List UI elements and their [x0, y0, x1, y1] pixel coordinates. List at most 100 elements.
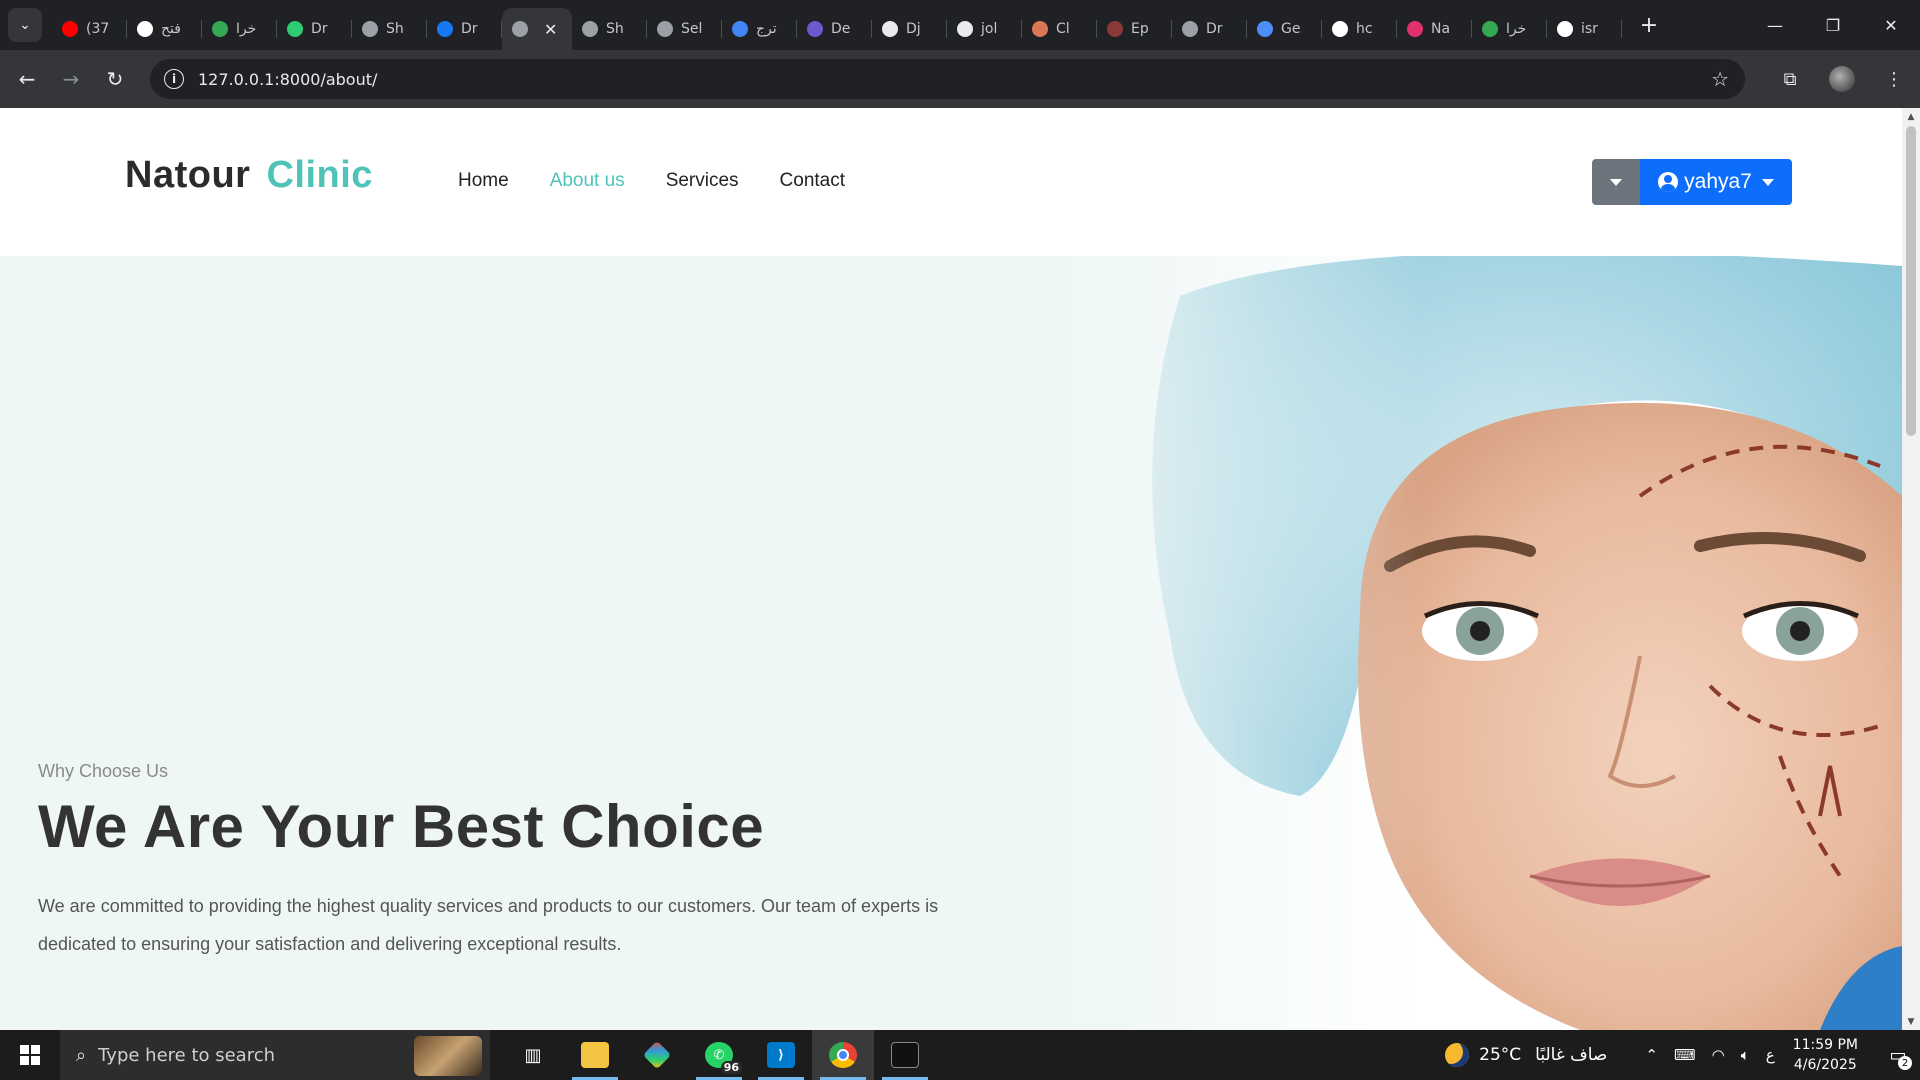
weather-widget[interactable]: 25°C صاف غالبًا [1445, 1043, 1607, 1067]
input-language-indicator[interactable]: ع [1766, 1046, 1775, 1064]
start-button[interactable] [0, 1030, 60, 1080]
menu-kebab-icon[interactable]: ⋮ [1868, 69, 1920, 90]
maps-pin-icon [1482, 21, 1498, 37]
site-header: Natour Clinic Home About us Services Contact… [0, 108, 1902, 256]
user-circle-icon [1658, 172, 1679, 192]
chevron-up-icon[interactable]: ⌃ [1645, 1046, 1658, 1064]
tab-title: ترج [756, 21, 777, 37]
nav-link-home[interactable]: Home [458, 170, 509, 192]
youtube-icon [62, 21, 78, 37]
avatar [1829, 66, 1855, 92]
browser-tab[interactable]: (37 [52, 8, 127, 50]
reload-button[interactable]: ↻ [93, 59, 137, 99]
arrow-left-icon: ← [18, 67, 36, 91]
file-explorer-button[interactable] [564, 1030, 626, 1080]
vscode-icon: ⟩ [767, 1042, 795, 1068]
back-button[interactable]: ← [5, 59, 49, 99]
logo-word-natour: Natour [125, 154, 251, 196]
browser-tab[interactable]: Dj [872, 8, 947, 50]
browser-tab[interactable]: Dr [1172, 8, 1247, 50]
profile-avatar-button[interactable] [1816, 66, 1868, 92]
browser-tab[interactable]: فتح [127, 8, 202, 50]
browser-tab[interactable]: Sh [572, 8, 647, 50]
taskbar-apps: ▥ ✆ 96 ⟩ [502, 1030, 936, 1080]
browser-tab[interactable]: ✕ [502, 8, 572, 50]
browser-tab[interactable]: hc [1322, 8, 1397, 50]
hero-text-block: Why Choose Us We Are Your Best Choice We… [38, 761, 998, 963]
user-menu-group: yahya7 [1592, 159, 1792, 205]
scroll-down-arrow-icon[interactable]: ▼ [1902, 1013, 1920, 1030]
asterisk-icon [287, 21, 303, 37]
globe-icon [582, 21, 598, 37]
chrome-button[interactable] [812, 1030, 874, 1080]
clock[interactable]: 11:59 PM 4/6/2025 [1793, 1035, 1858, 1075]
browser-tab[interactable]: Cl [1022, 8, 1097, 50]
keyboard-layout-icon[interactable]: ⌨ [1674, 1046, 1696, 1064]
app-diamond-button[interactable] [626, 1030, 688, 1080]
hero-eyebrow: Why Choose Us [38, 761, 169, 781]
scroll-up-arrow-icon[interactable]: ▲ [1902, 108, 1920, 125]
taskbar-search[interactable]: ⌕ Type here to search [60, 1030, 490, 1080]
clock-time: 11:59 PM [1792, 1037, 1858, 1053]
browser-tab[interactable]: Sel [647, 8, 722, 50]
volume-icon[interactable]: 🔈︎ [1741, 1046, 1750, 1064]
browser-tab[interactable]: Ep [1097, 8, 1172, 50]
new-tab-button[interactable]: + [1634, 13, 1664, 38]
site-info-icon[interactable]: i [164, 69, 184, 89]
bookmark-star-icon[interactable]: ☆ [1711, 67, 1729, 91]
browser-tab[interactable]: Dr [277, 8, 352, 50]
site-logo[interactable]: Natour Clinic [125, 154, 373, 197]
restore-button[interactable]: ❐ [1804, 0, 1862, 50]
google-icon [1332, 21, 1348, 37]
address-bar[interactable]: i 127.0.0.1:8000/about/ ☆ [150, 59, 1745, 99]
clock-date: 4/6/2025 [1793, 1057, 1857, 1073]
tab-list: (37 فتح خرا Dr Sh Dr ✕ Sh Sel ترج De Dj jol Cl Ep Dr Ge h… [52, 0, 1622, 50]
facebook-icon [437, 21, 453, 37]
browser-toolbar: ← → ↻ i 127.0.0.1:8000/about/ ☆ ⧉ ⋮ [0, 50, 1920, 108]
tab-title: De [831, 21, 851, 37]
browser-tab[interactable]: De [797, 8, 872, 50]
wifi-icon[interactable]: ◠ [1712, 1046, 1725, 1064]
system-tray: 25°C صاف غالبًا ⌃ ⌨ ◠ 🔈︎ ع 11:59 PM 4/6/… [1445, 1030, 1920, 1080]
scrollbar-thumb[interactable] [1906, 126, 1916, 436]
browser-tab[interactable]: Dr [427, 8, 502, 50]
browser-tab[interactable]: Ge [1247, 8, 1322, 50]
browser-tab[interactable]: ترج [722, 8, 797, 50]
search-icon: ⌕ [76, 1044, 87, 1066]
nav-link-about-us[interactable]: About us [550, 170, 625, 192]
browser-tab[interactable]: خرا [1472, 8, 1547, 50]
minimize-button[interactable]: — [1746, 0, 1804, 50]
close-window-button[interactable]: ✕ [1862, 0, 1920, 50]
tab-title: خرا [1506, 21, 1527, 37]
notification-count: 2 [1898, 1056, 1912, 1070]
notification-center-button[interactable]: ▭ 2 [1876, 1030, 1920, 1080]
star-badge-icon [807, 21, 823, 37]
browser-tab[interactable]: isr [1547, 8, 1622, 50]
globe-icon [1182, 21, 1198, 37]
url-text[interactable]: 127.0.0.1:8000/about/ [198, 70, 377, 89]
terminal-button[interactable] [874, 1030, 936, 1080]
hero-body-text: We are committed to providing the highes… [38, 896, 939, 954]
task-view-button[interactable]: ▥ [502, 1030, 564, 1080]
logo-word-clinic: Clinic [266, 154, 373, 196]
forward-button[interactable]: → [49, 59, 93, 99]
close-tab-icon[interactable]: ✕ [544, 20, 557, 39]
vscode-button[interactable]: ⟩ [750, 1030, 812, 1080]
user-dropdown-button[interactable]: yahya7 [1640, 159, 1792, 205]
whatsapp-button[interactable]: ✆ 96 [688, 1030, 750, 1080]
browser-tab[interactable]: خرا [202, 8, 277, 50]
browser-tab[interactable]: Sh [352, 8, 427, 50]
browser-tab[interactable]: Na [1397, 8, 1472, 50]
tab-search-button[interactable]: ⌄ [8, 8, 42, 42]
nav-link-contact[interactable]: Contact [780, 170, 845, 192]
extensions-icon[interactable]: ⧉ [1764, 69, 1816, 90]
nav-link-services[interactable]: Services [666, 170, 739, 192]
tab-title: Sel [681, 21, 703, 37]
browser-tab[interactable]: jol [947, 8, 1022, 50]
dropdown-toggle-button[interactable] [1592, 159, 1640, 205]
page-scrollbar[interactable]: ▲ ▼ [1902, 108, 1920, 1030]
claude-icon [1032, 21, 1048, 37]
weather-description: صاف غالبًا [1535, 1045, 1608, 1065]
tab-title: Dr [1206, 21, 1223, 37]
terminal-icon [891, 1042, 919, 1068]
